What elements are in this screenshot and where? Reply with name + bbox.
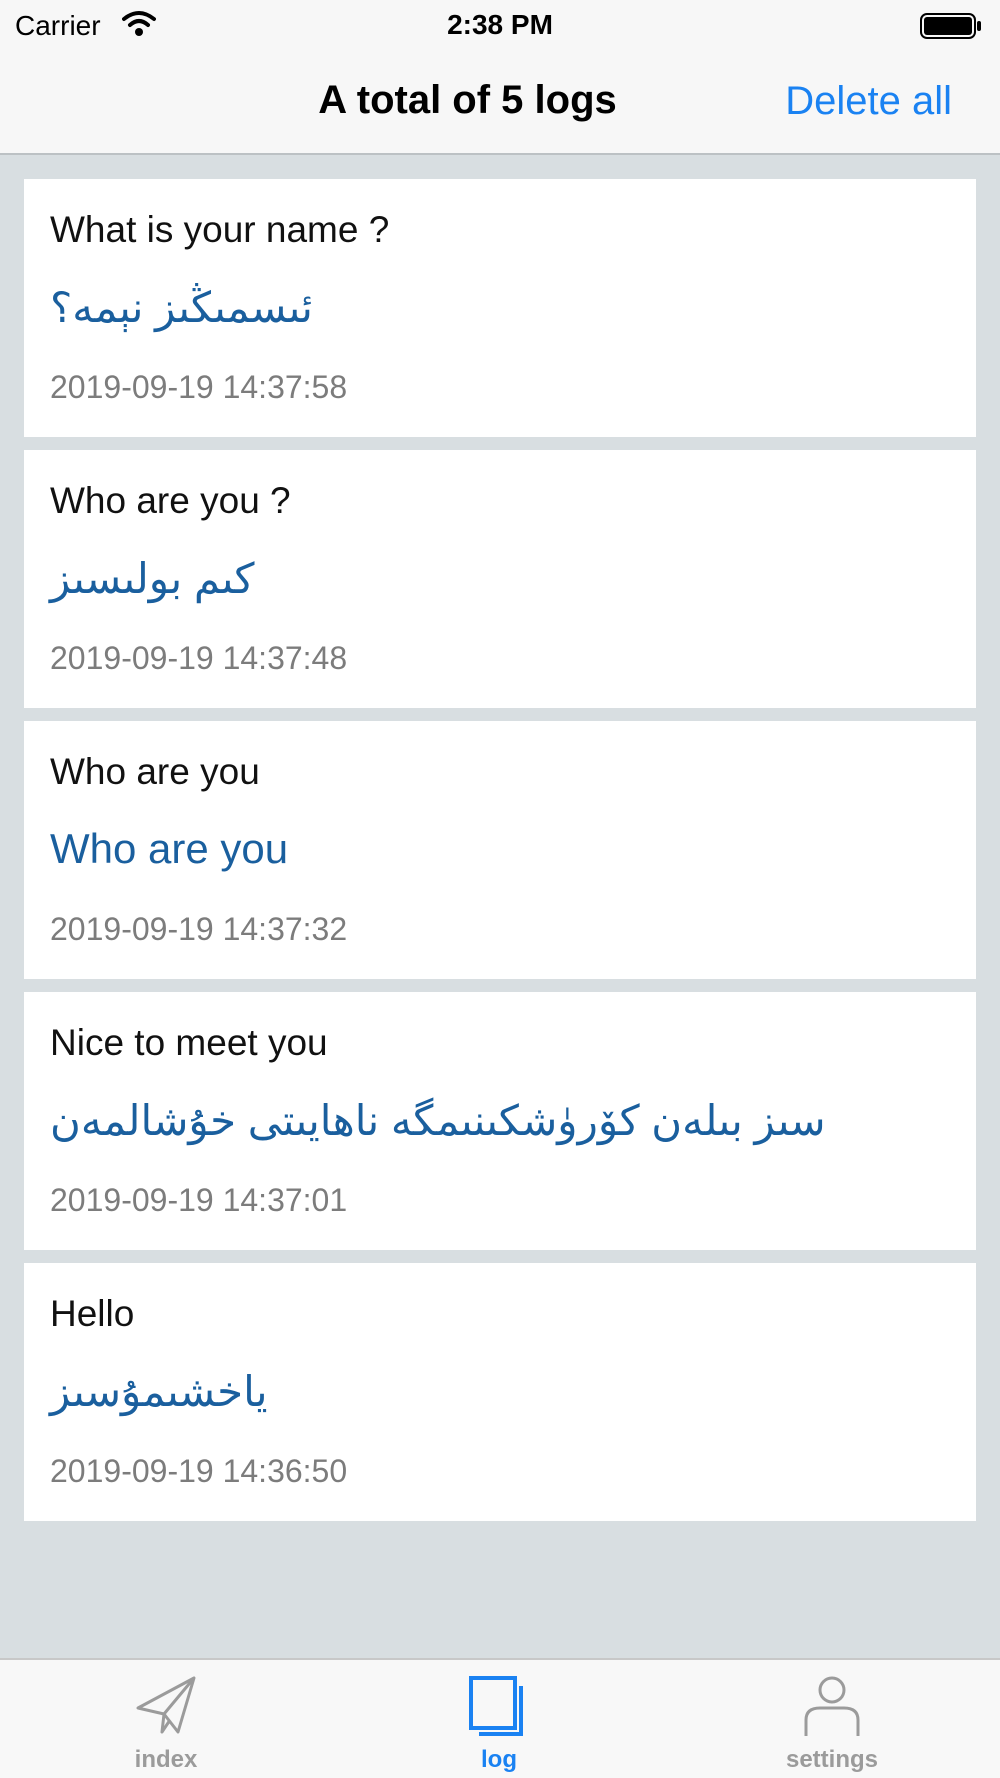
log-translation-text: Who are you: [50, 825, 289, 872]
battery-icon: [920, 13, 981, 39]
delete-all-button[interactable]: Delete all: [785, 79, 952, 124]
log-source-text: Who are you: [50, 751, 260, 792]
log-translation-text: ياخشىمۇسىز: [50, 1368, 268, 1415]
log-card[interactable]: Who are you Who are you 2019-09-19 14:37…: [24, 721, 976, 979]
paper-plane-icon: [136, 1676, 196, 1734]
log-card[interactable]: Who are you ? كىم بولىسىز 2019-09-19 14:…: [24, 450, 976, 708]
log-timestamp: 2019-09-19 14:36:50: [50, 1453, 348, 1489]
tab-label: index: [134, 1746, 198, 1773]
tab-index[interactable]: index: [66, 1660, 266, 1778]
tab-label: log: [481, 1746, 517, 1773]
log-card[interactable]: What is your name ? ئىسمىڭىز نېمە؟ 2019-…: [24, 179, 976, 437]
log-translation-text: ئىسمىڭىز نېمە؟: [50, 284, 313, 331]
log-timestamp: 2019-09-19 14:37:01: [50, 1182, 348, 1218]
log-timestamp: 2019-09-19 14:37:32: [50, 911, 348, 947]
log-list[interactable]: What is your name ? ئىسمىڭىز نېمە؟ 2019-…: [0, 157, 1000, 1657]
tab-label: settings: [785, 1746, 878, 1773]
tab-bar: index log settings: [0, 1658, 1000, 1778]
log-timestamp: 2019-09-19 14:37:58: [50, 369, 348, 405]
log-source-text: What is your name ?: [50, 209, 390, 250]
documents-icon: [469, 1676, 523, 1736]
tab-log[interactable]: log: [399, 1660, 599, 1778]
person-icon: [804, 1676, 860, 1736]
log-source-text: Nice to meet you: [50, 1022, 328, 1063]
status-bar: Carrier 2:38 PM: [0, 0, 1000, 50]
log-translation-text: سىز بىلەن كۆرۈشكىنىمگە ناھايىتى خۇشالمەن: [50, 1097, 826, 1144]
log-card[interactable]: Hello ياخشىمۇسىز 2019-09-19 14:36:50: [24, 1263, 976, 1521]
log-card[interactable]: Nice to meet you سىز بىلەن كۆرۈشكىنىمگە …: [24, 992, 976, 1250]
log-translation-text: كىم بولىسىز: [50, 555, 255, 602]
navigation-bar: A total of 5 logs Delete all: [0, 50, 1000, 155]
clock-label: 2:38 PM: [447, 9, 553, 40]
log-source-text: Who are you ?: [50, 480, 291, 521]
log-source-text: Hello: [50, 1293, 135, 1334]
tab-settings[interactable]: settings: [732, 1660, 932, 1778]
log-timestamp: 2019-09-19 14:37:48: [50, 640, 348, 676]
